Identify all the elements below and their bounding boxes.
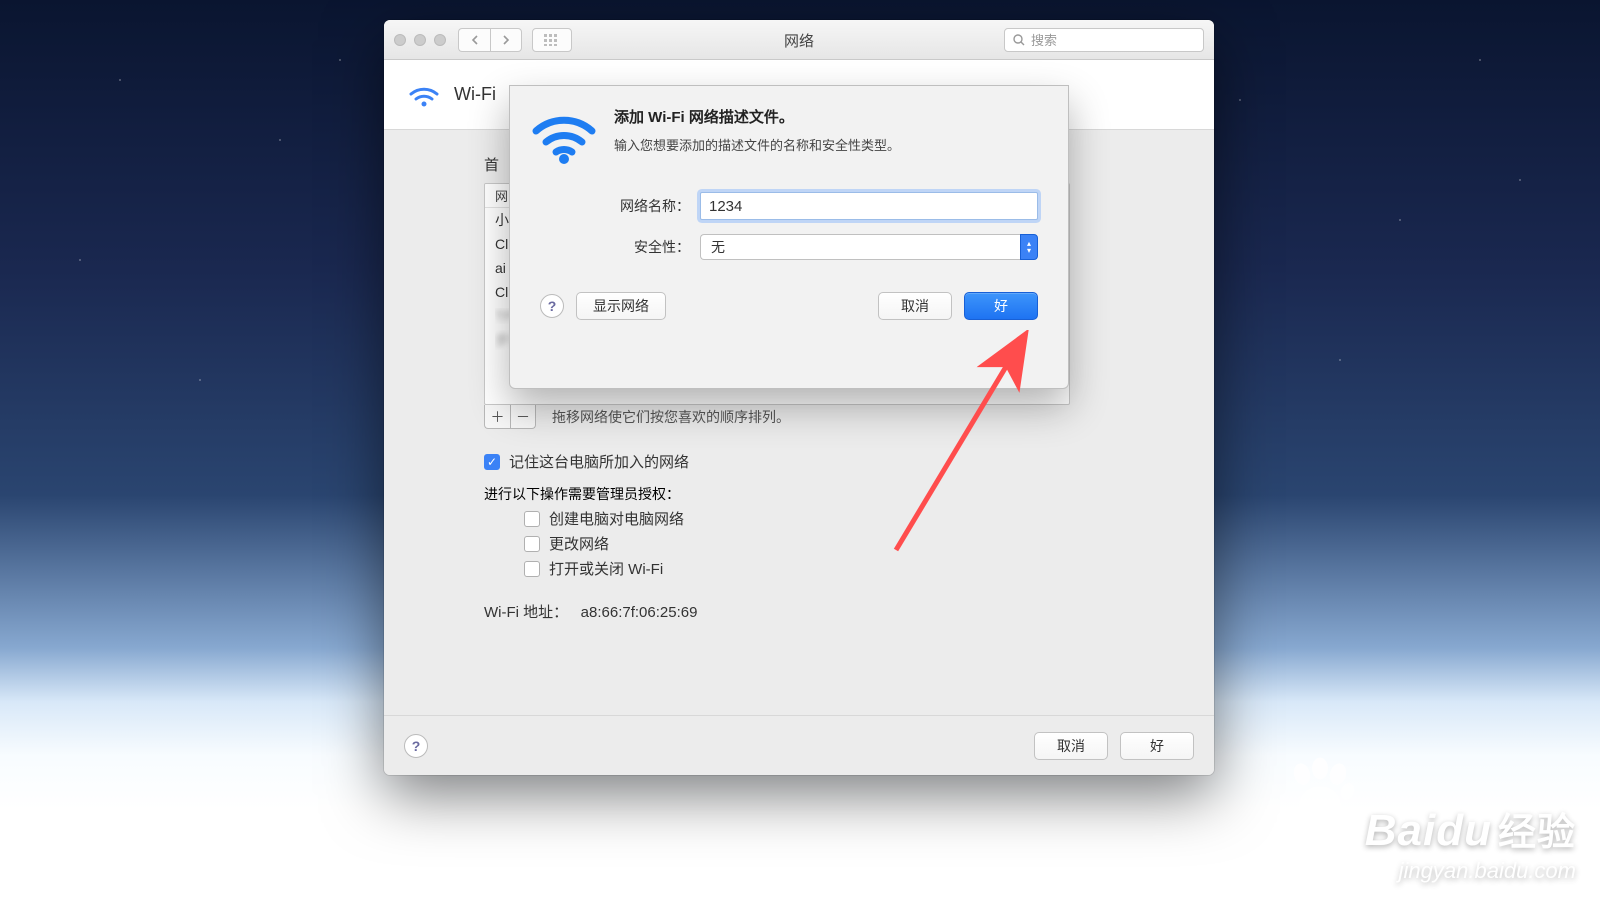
checkbox-icon bbox=[524, 536, 540, 552]
ok-button[interactable]: 好 bbox=[1120, 732, 1194, 760]
stepper-arrows-icon bbox=[1020, 234, 1038, 260]
watermark-url: jingyan.baidu.com bbox=[1365, 858, 1576, 884]
watermark: Baidduu经验 jingyan.baidu.com bbox=[1365, 801, 1576, 884]
sheet-cancel-button[interactable]: 取消 bbox=[878, 292, 952, 320]
brand-zh: 经验 bbox=[1498, 812, 1576, 854]
security-value: 无 bbox=[700, 234, 1020, 260]
wifi-large-icon bbox=[532, 106, 596, 170]
drag-hint: 拖移网络使它们按您喜欢的顺序排列。 bbox=[552, 407, 790, 427]
subhead-label: Wi-Fi bbox=[454, 84, 496, 105]
minimize-dot[interactable] bbox=[414, 34, 426, 46]
add-profile-sheet: 添加 Wi-Fi 网络描述文件。 输入您想要添加的描述文件的名称和安全性类型。 … bbox=[509, 85, 1069, 389]
network-name-label: 网络名称： bbox=[540, 196, 700, 216]
search-field[interactable]: 搜索 bbox=[1004, 28, 1204, 52]
titlebar: 网络 搜索 bbox=[384, 20, 1214, 60]
remember-checkbox-row[interactable]: 记住这台电脑所加入的网络 bbox=[484, 451, 1164, 472]
traffic-lights bbox=[394, 34, 446, 46]
prefs-window: 网络 搜索 Wi-Fi 首 网 小 Cl bbox=[384, 20, 1214, 775]
brand-en: Bai bbox=[1365, 806, 1436, 855]
cancel-button[interactable]: 取消 bbox=[1034, 732, 1108, 760]
admin-item-label: 打开或关闭 Wi-Fi bbox=[549, 558, 663, 579]
admin-intro: 进行以下操作需要管理员授权： bbox=[484, 484, 1164, 504]
sheet-help-button[interactable]: ? bbox=[540, 294, 564, 318]
show-networks-button[interactable]: 显示网络 bbox=[576, 292, 666, 320]
wifi-icon bbox=[408, 82, 440, 108]
security-select[interactable]: 无 bbox=[700, 234, 1038, 260]
add-network-button[interactable]: ＋ bbox=[484, 405, 510, 429]
sheet-title: 添加 Wi-Fi 网络描述文件。 bbox=[614, 106, 900, 127]
checkbox-icon bbox=[524, 561, 540, 577]
checkbox-checked-icon bbox=[484, 454, 500, 470]
remove-network-button[interactable]: － bbox=[510, 405, 536, 429]
help-button[interactable]: ? bbox=[404, 734, 428, 758]
admin-item[interactable]: 打开或关闭 Wi-Fi bbox=[524, 558, 1164, 579]
network-name-input[interactable] bbox=[700, 192, 1038, 220]
admin-item[interactable]: 更改网络 bbox=[524, 533, 1164, 554]
sheet-subtitle: 输入您想要添加的描述文件的名称和安全性类型。 bbox=[614, 135, 900, 154]
forward-button[interactable] bbox=[490, 28, 522, 52]
admin-item-label: 创建电脑对电脑网络 bbox=[549, 508, 684, 529]
remember-label: 记住这台电脑所加入的网络 bbox=[509, 451, 689, 472]
list-controls: ＋ － 拖移网络使它们按您喜欢的顺序排列。 bbox=[484, 405, 1164, 429]
admin-item[interactable]: 创建电脑对电脑网络 bbox=[524, 508, 1164, 529]
addr-value: a8:66:7f:06:25:69 bbox=[581, 604, 698, 621]
checkbox-icon bbox=[524, 511, 540, 527]
wifi-address: Wi-Fi 地址： a8:66:7f:06:25:69 bbox=[484, 601, 1164, 622]
search-placeholder: 搜索 bbox=[1031, 30, 1057, 49]
search-icon bbox=[1013, 34, 1025, 46]
paw-icon bbox=[1284, 754, 1356, 826]
watermark-brand: Baidduu经验 bbox=[1365, 801, 1576, 856]
grid-icon bbox=[544, 34, 560, 46]
chevron-right-icon bbox=[502, 35, 510, 45]
admin-item-label: 更改网络 bbox=[549, 533, 609, 554]
zoom-dot[interactable] bbox=[434, 34, 446, 46]
nav-buttons bbox=[458, 28, 522, 52]
sheet-ok-button[interactable]: 好 bbox=[964, 292, 1038, 320]
show-all-button[interactable] bbox=[532, 28, 572, 52]
security-label: 安全性： bbox=[540, 237, 700, 257]
window-footer: ? 取消 好 bbox=[384, 715, 1214, 775]
chevron-left-icon bbox=[471, 35, 479, 45]
back-button[interactable] bbox=[458, 28, 490, 52]
close-dot[interactable] bbox=[394, 34, 406, 46]
addr-label: Wi-Fi 地址： bbox=[484, 604, 568, 621]
